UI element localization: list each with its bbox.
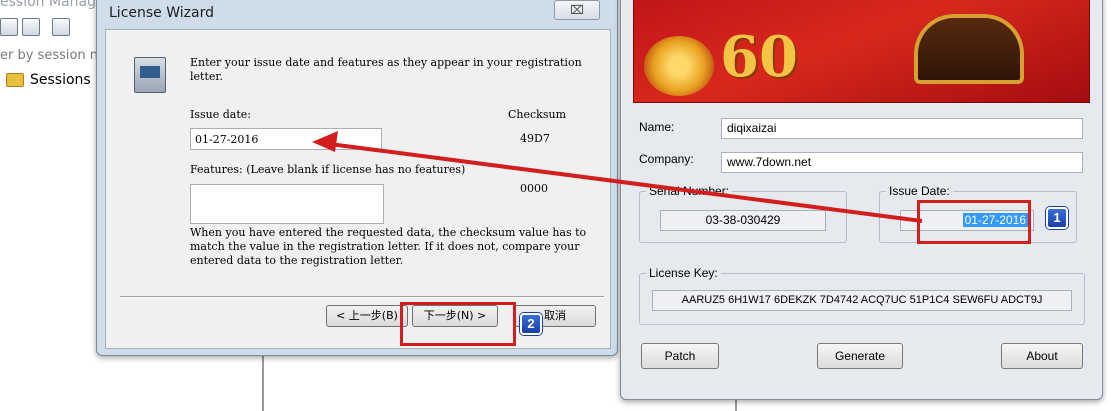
arrow-head (312, 131, 338, 152)
arrow-annotation (312, 131, 923, 223)
arrow-line (321, 141, 923, 223)
